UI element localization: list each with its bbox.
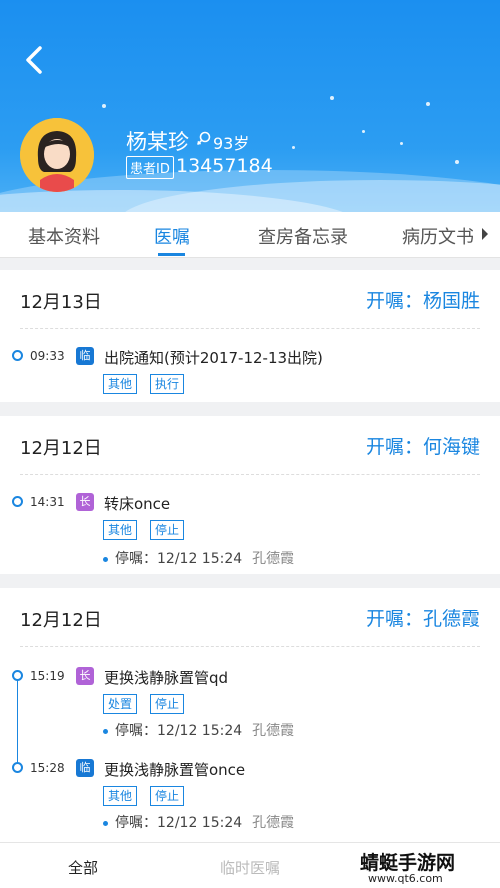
timeline-dot <box>12 762 23 773</box>
female-icon <box>196 131 211 146</box>
star-decoration <box>400 142 403 145</box>
avatar <box>20 118 94 192</box>
watermark-text: 蜻蜓手游网 <box>360 852 456 874</box>
order-date: 12月12日 <box>20 610 102 631</box>
status-tag[interactable]: 停止 <box>150 694 185 714</box>
status-tag[interactable]: 停止 <box>150 786 185 806</box>
category-tag[interactable]: 其他 <box>103 374 138 394</box>
order-time: 15:19 <box>30 669 65 683</box>
stop-time: 12/12 15:24 <box>157 723 243 739</box>
order-title: 更换浅静脉置管qd <box>104 669 229 687</box>
site-watermark: 蜻蜓手游网 www.qt6.com <box>352 846 494 886</box>
stop-label: 停嘱： <box>115 815 157 831</box>
stop-time: 12/12 15:24 <box>157 551 243 567</box>
star-decoration <box>102 104 106 108</box>
ordering-doctor: 开嘱：杨国胜 <box>365 290 480 312</box>
bullet-icon <box>103 728 108 734</box>
long-term-order-icon: 长 <box>76 667 94 685</box>
timeline-line <box>17 680 18 772</box>
order-time: 09:33 <box>30 349 65 363</box>
patient-id-label: 患者ID <box>126 156 174 179</box>
stop-time: 12/12 15:24 <box>157 815 243 831</box>
order-title: 更换浅静脉置管once <box>104 761 246 779</box>
bullet-icon <box>103 556 108 562</box>
long-term-order-icon: 长 <box>76 493 94 511</box>
chevron-left-icon <box>26 46 42 74</box>
status-tag[interactable]: 执行 <box>150 374 185 394</box>
order-card: 12月12日 开嘱：何海键 14:31 长 转床once 其他 停止 停嘱：12… <box>0 416 500 574</box>
order-time: 14:31 <box>30 495 65 509</box>
temporary-order-icon: 临 <box>76 347 94 365</box>
patient-age: 93岁 <box>213 134 250 153</box>
category-tag[interactable]: 其他 <box>103 786 138 806</box>
scroll-right-arrow-icon[interactable] <box>482 228 488 240</box>
timeline-dot <box>12 350 23 361</box>
tab-medical-records[interactable]: 病历文书 <box>402 223 474 249</box>
star-decoration <box>362 130 365 133</box>
patient-header: 杨某珍 93岁 患者ID 13457184 <box>0 0 500 212</box>
star-decoration <box>455 160 459 164</box>
divider <box>20 646 480 647</box>
tab-basic-info[interactable]: 基本资料 <box>28 223 100 249</box>
patient-id-number: 13457184 <box>176 155 273 177</box>
order-card: 12月13日 开嘱：杨国胜 09:33 临 出院通知(预计2017-12-13出… <box>0 270 500 402</box>
divider <box>20 474 480 475</box>
star-decoration <box>426 102 430 106</box>
stop-doctor: 孔德霞 <box>252 551 295 567</box>
order-card: 12月12日 开嘱：孔德霞 15:19 长 更换浅静脉置管qd 处置 停止 停嘱… <box>0 588 500 842</box>
divider <box>20 328 480 329</box>
stop-order-info: 停嘱：12/12 15:24 孔德霞 <box>103 812 294 832</box>
watermark-url: www.qt6.com <box>368 872 443 885</box>
temporary-order-icon: 临 <box>76 759 94 777</box>
filter-temporary-button[interactable]: 临时医嘱 <box>220 857 280 878</box>
tab-ward-round-memo[interactable]: 查房备忘录 <box>258 223 348 249</box>
filter-all-button[interactable]: 全部 <box>68 857 98 878</box>
order-time: 15:28 <box>30 761 65 775</box>
tab-bar: 基本资料 医嘱 查房备忘录 病历文书 <box>0 212 500 258</box>
patient-avatar-icon <box>20 118 94 192</box>
patient-name: 杨某珍 <box>126 130 189 154</box>
category-tag[interactable]: 其他 <box>103 520 138 540</box>
order-title: 转床once <box>104 495 171 513</box>
order-date: 12月13日 <box>20 292 102 313</box>
timeline-dot <box>12 670 23 681</box>
category-tag[interactable]: 处置 <box>103 694 138 714</box>
active-tab-indicator <box>158 253 185 256</box>
order-title: 出院通知(预计2017-12-13出院) <box>104 349 323 367</box>
star-decoration <box>292 146 295 149</box>
ordering-doctor: 开嘱：孔德霞 <box>365 608 480 630</box>
stop-doctor: 孔德霞 <box>252 723 295 739</box>
stop-label: 停嘱： <box>115 723 157 739</box>
star-decoration <box>330 96 334 100</box>
stop-order-info: 停嘱：12/12 15:24 孔德霞 <box>103 548 294 568</box>
timeline-dot <box>12 496 23 507</box>
stop-label: 停嘱： <box>115 551 157 567</box>
back-button[interactable] <box>18 42 54 78</box>
stop-order-info: 停嘱：12/12 15:24 孔德霞 <box>103 720 294 740</box>
stop-doctor: 孔德霞 <box>252 815 295 831</box>
status-tag[interactable]: 停止 <box>150 520 185 540</box>
bullet-icon <box>103 820 108 826</box>
ordering-doctor: 开嘱：何海键 <box>365 436 480 458</box>
order-date: 12月12日 <box>20 438 102 459</box>
tab-orders[interactable]: 医嘱 <box>154 223 190 249</box>
